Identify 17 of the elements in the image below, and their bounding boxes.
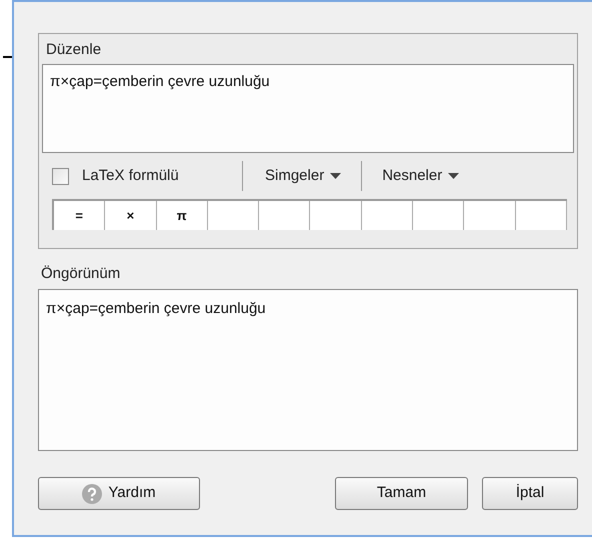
panel-title: Düzenle <box>45 40 102 60</box>
dialog-button[interactable]: Tamam <box>335 477 468 510</box>
dialog-button[interactable]: İptal <box>482 477 578 510</box>
checkbox-label: LaTeX formülü <box>82 166 180 186</box>
caret-icon <box>330 173 342 179</box>
edit-text-area[interactable]: π×çap=çemberin çevre uzunluğu <box>42 64 574 153</box>
latex-checkbox[interactable] <box>52 168 69 184</box>
preview-area: π×çap=çemberin çevre uzunluğu <box>38 289 578 451</box>
dropdown-menu[interactable]: Nesneler <box>382 164 460 188</box>
symbol-button[interactable]: × <box>105 201 157 230</box>
panel-title: Öngörünüm <box>40 264 122 284</box>
symbol-button[interactable]: = <box>54 201 106 230</box>
dropdown-menu[interactable]: Simgeler <box>265 164 342 188</box>
caret-icon <box>448 173 460 179</box>
help-button[interactable]: Yardım <box>38 477 200 510</box>
symbol-button[interactable]: π <box>156 201 208 230</box>
help-icon <box>82 484 102 504</box>
